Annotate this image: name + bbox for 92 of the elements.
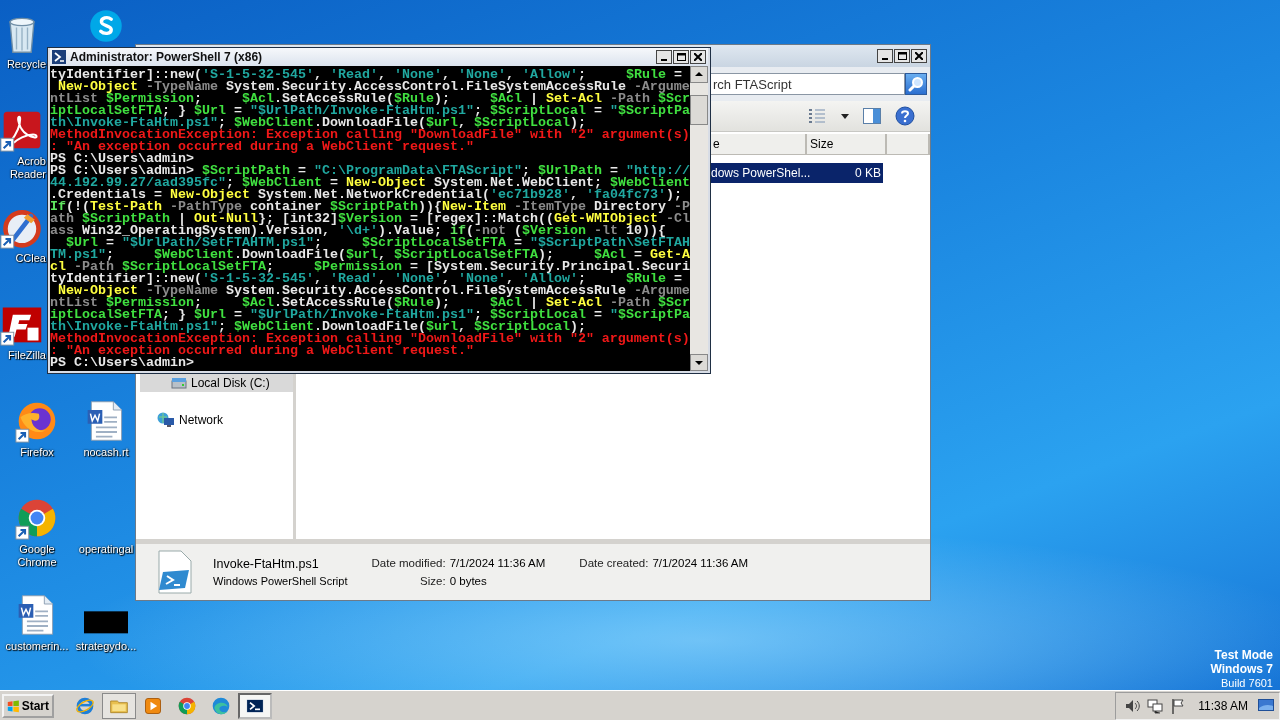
icon-label[interactable]: FileZilla	[8, 349, 46, 362]
chat-app-icon[interactable]	[88, 8, 124, 44]
search-field[interactable]: rch FTAScript	[711, 73, 905, 95]
network-icon[interactable]	[1147, 697, 1164, 714]
close-icon	[694, 53, 702, 61]
minimize-icon	[661, 59, 667, 61]
nav-item[interactable]: Local Disk (C:)	[140, 374, 293, 392]
scroll-thumb[interactable]	[690, 95, 708, 125]
close-button[interactable]	[911, 49, 927, 63]
maximize-button[interactable]	[894, 49, 910, 63]
scroll-up-button[interactable]	[690, 66, 708, 83]
console-line: tyIdentifier]::new('S-1-5-32-545', 'Read', 'None', 'None', 'Allow'; $Rule =	[50, 273, 682, 285]
minimize-button[interactable]	[656, 50, 672, 64]
icon-label[interactable]: Recycle	[6, 58, 46, 71]
start-button[interactable]: Start	[2, 693, 54, 718]
media-player-icon	[143, 695, 163, 716]
flag-icon[interactable]	[1170, 697, 1187, 714]
icon-label[interactable]: CClea	[15, 252, 46, 265]
icon-label[interactable]: operatingal	[78, 543, 134, 556]
console-line: .Credentials = New-Object System.Net.NetworkCredential('ec71b928', 'fa04fc73');	[50, 189, 682, 201]
view-icon[interactable]	[807, 108, 827, 124]
column-header[interactable]: Size	[807, 134, 887, 155]
console-line: iptLocalSetFTA; } $Url = "$UrlPath/Invoke-FtaHtm.ps1"; $ScriptLocal = "$ScriptPa	[50, 105, 690, 117]
console-line: ath $ScriptPath | Out-Null}; [int32]$Version = [regex]::Match((Get-WMIObject -Cl	[50, 213, 690, 225]
taskbar-button[interactable]	[238, 692, 272, 719]
console-line: TM.ps1"; $WebClient.DownloadFile($url, $ScriptLocalSetFTA); $Acl = Get-A	[50, 249, 690, 261]
maximize-icon	[897, 52, 907, 60]
console-line: PS C:\Users\admin>	[50, 357, 195, 369]
console-line: ntList $Permission; $Acl.SetAccessRule($Rule); $Acl | Set-Acl -Path $Scr	[50, 297, 690, 309]
maximize-button[interactable]	[673, 50, 689, 64]
console-line: th\Invoke-FtaHtm.ps1"; $WebClient.DownloadFile($url, $ScriptLocal);	[50, 321, 586, 333]
close-icon	[915, 52, 923, 60]
script-file-icon	[155, 550, 195, 594]
console-line: th\Invoke-FtaHtm.ps1"; $WebClient.DownloadFile($url, $ScriptLocal);	[50, 117, 586, 129]
icon-label[interactable]: nocash.rt	[83, 446, 129, 459]
minimize-button[interactable]	[877, 49, 893, 63]
scroll-down-button[interactable]	[690, 354, 708, 371]
maximize-icon	[676, 53, 686, 61]
search-button[interactable]	[905, 73, 927, 95]
column-header[interactable]: e	[710, 134, 807, 155]
field-label: Size:	[419, 575, 446, 587]
console-line: iptLocalSetFTA; } $Url = "$UrlPath/Invoke-FtaHtm.ps1"; $ScriptLocal = "$ScriptPa	[50, 309, 690, 321]
shell-icon	[52, 50, 66, 64]
field-value: 7/1/2024 11:36 AM	[652, 557, 749, 571]
console-line: 44.192.99.27/aad395fc"; $WebClient = New-Object System.Net.WebClient; $WebClient	[50, 177, 690, 189]
nav-item[interactable]: Network	[136, 411, 293, 429]
console-line: MethodInvocationException: Exception calling "DownloadFile" with "2" argument(s)	[50, 129, 690, 141]
file-row[interactable]: dows PowerShel... 0 KB	[710, 163, 883, 183]
browser-icon	[211, 695, 231, 716]
field-label: Date modified:	[371, 557, 446, 571]
file-type: Windows PowerShell Script	[213, 575, 348, 587]
field-value: 0 bytes	[449, 575, 488, 587]
icon-label[interactable]: Google	[19, 543, 55, 556]
network-icon	[157, 412, 175, 428]
window-title: Administrator: PowerShell 7 (x86)	[70, 50, 263, 64]
console-line: : "An exception occurred during a WebClient request."	[50, 141, 475, 153]
drive-icon	[171, 376, 187, 390]
console-line: cl -Path $ScriptLocalSetFTA; $Permission = [System.Security.Principal.Securi	[50, 261, 690, 273]
scrollbar[interactable]	[690, 66, 708, 371]
console-line: MethodInvocationException: Exception calling "DownloadFile" with "2" argument(s)	[50, 333, 690, 345]
console-line: PS C:\Users\admin>	[50, 153, 195, 165]
console-line: New-Object -TypeName System.Security.AccessControl.FileSystemAccessRule -Argume	[58, 81, 690, 93]
console-line: : "An exception occurred during a WebClient request."	[50, 345, 475, 357]
console-line: ass Win32_OperatingSystem).Version, '\d+').Value; if(-not ($Version -lt 10)){	[50, 225, 666, 237]
icon-label[interactable]: Acrob	[17, 155, 46, 168]
console-line: If(!(Test-Path -PathType container $ScriptPath)){New-Item -ItemType Directory -P	[50, 201, 690, 213]
icon-label[interactable]: Reader	[9, 168, 46, 181]
close-button[interactable]	[690, 50, 706, 64]
search-icon	[908, 76, 924, 92]
preview-pane-icon[interactable]	[863, 108, 881, 124]
edition-text: Windows 7	[1210, 662, 1273, 676]
browser-icon	[75, 695, 95, 716]
icon-label[interactable]: Chrome	[17, 556, 57, 569]
file-name: Invoke-FtaHtm.ps1	[213, 557, 320, 571]
icon-label[interactable]: customerin...	[5, 640, 69, 653]
field-value: 7/1/2024 11:36 AM	[449, 557, 546, 571]
desktop-icon	[1258, 698, 1274, 713]
console-line: ntList $Permission; $Acl.SetAccessRule($Rule); $Acl | Set-Acl -Path $Scr	[50, 93, 690, 105]
minimize-icon	[882, 58, 888, 60]
clock[interactable]: 11:38 AM	[1198, 698, 1248, 713]
field-label: Date created:	[579, 557, 649, 571]
console-line: PS C:\Users\admin> $ScriptPath = "C:\ProgramData\FTAScript"; $UrlPath = "http://	[50, 165, 690, 177]
browser-icon	[177, 695, 197, 716]
caret-icon[interactable]	[841, 113, 849, 119]
build-text: Build 7601	[1221, 676, 1273, 690]
test-mode-text: Test Mode	[1214, 648, 1273, 662]
console-line: New-Object -TypeName System.Security.AccessControl.FileSystemAccessRule -Argume	[58, 285, 690, 297]
help-icon[interactable]	[895, 106, 915, 126]
icon-label[interactable]: Firefox	[20, 446, 54, 459]
icon-label[interactable]: strategydo...	[75, 640, 137, 653]
console-line: $Url = "$UrlPath/SetFTAHTM.ps1"; $ScriptLocalSetFTA = "$ScriptPath\SetFTAH	[66, 237, 690, 249]
console-line: tyIdentifier]::new('S-1-5-32-545', 'Read', 'None', 'None', 'Allow'; $Rule =	[50, 69, 682, 81]
